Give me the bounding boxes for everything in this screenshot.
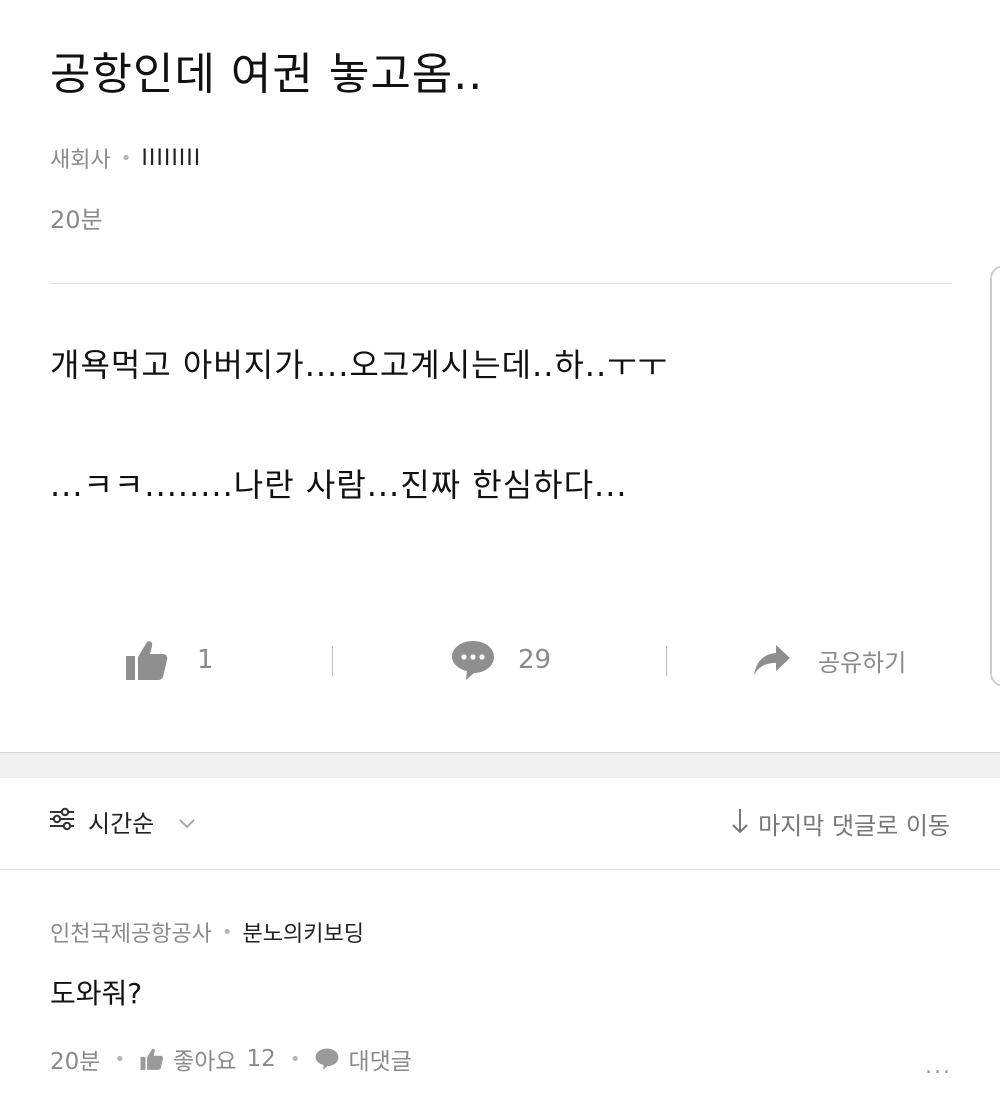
separator-dot: • [120, 147, 132, 169]
comment-sort-bar: 시간순 마지막 댓글로 이동 [0, 778, 1000, 870]
share-label: 공유하기 [818, 648, 907, 677]
comment-reply-label[interactable]: 대댓글 [348, 1042, 411, 1076]
action-separator [332, 646, 333, 676]
thumbs-up-icon[interactable] [139, 1047, 165, 1071]
separator-dot: • [114, 1048, 126, 1070]
thumbs-up-icon [125, 638, 169, 682]
post-body-line-2: ...ㅋㅋ........나란 사람...진짜 한심하다... [50, 466, 628, 504]
comment-button[interactable]: 29 [450, 630, 551, 690]
separator-dot: • [221, 921, 233, 943]
separator-dot: • [289, 1048, 301, 1070]
comment-meta: 인천국제공항공사 • 분노의키보딩 [50, 916, 364, 948]
jump-to-last-comment[interactable]: 마지막 댓글로 이동 [730, 806, 950, 841]
action-separator [666, 646, 667, 676]
speech-bubble-icon[interactable] [314, 1047, 340, 1071]
post-card: 공항인데 여권 놓고옴.. 새회사 • IIIIIIII 20분 개욕먹고 아버… [0, 0, 1000, 752]
comment-count: 29 [518, 645, 552, 675]
divider [50, 283, 952, 284]
sort-filter-icon [48, 805, 76, 839]
comment-text: 도와줘? [50, 977, 143, 1010]
post-author[interactable]: IIIIIIII [141, 146, 201, 171]
scroll-edge [990, 265, 1000, 687]
more-dots-icon[interactable]: ... [925, 1054, 952, 1079]
comment-time: 20분 [50, 1049, 101, 1075]
sort-dropdown[interactable]: 시간순 [48, 804, 196, 839]
like-count: 1 [197, 645, 214, 675]
down-arrow-icon [730, 807, 750, 841]
sort-label: 시간순 [88, 810, 155, 838]
comment-like-count: 12 [246, 1046, 276, 1072]
share-button[interactable]: 공유하기 [752, 630, 906, 690]
post-body-line-1: 개욕먹고 아버지가....오고계시는데..하..ㅜㅜ [50, 346, 669, 384]
post-actions: 1 29 공유하기 [0, 630, 1000, 690]
jump-label: 마지막 댓글로 이동 [758, 812, 950, 840]
comment-footer: 20분 • 좋아요 12 • 대댓글 [50, 1042, 412, 1076]
share-arrow-icon [752, 642, 792, 678]
comment-like-label[interactable]: 좋아요 [173, 1042, 236, 1076]
like-button[interactable]: 1 [125, 630, 214, 690]
post-title: 공항인데 여권 놓고옴.. [50, 49, 484, 100]
post-time: 20분 [50, 206, 103, 234]
section-band [0, 752, 1000, 778]
post-board[interactable]: 새회사 [50, 142, 111, 174]
comment-company[interactable]: 인천국제공항공사 [50, 916, 212, 948]
comment-author[interactable]: 분노의키보딩 [243, 916, 364, 948]
post-meta: 새회사 • IIIIIIII [50, 142, 201, 174]
speech-bubble-icon [450, 638, 496, 682]
chevron-down-icon [178, 808, 196, 836]
comment-item: 인천국제공항공사 • 분노의키보딩 도와줘? 20분 • 좋아요 12 • 대댓… [0, 870, 1000, 1097]
